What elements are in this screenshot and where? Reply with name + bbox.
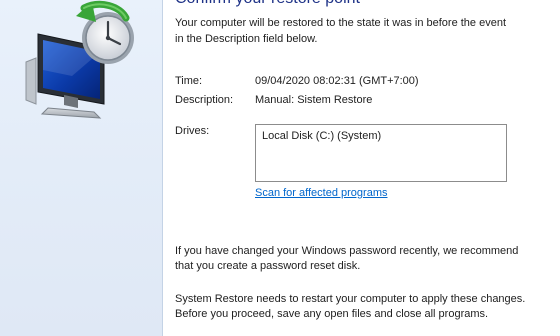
scan-affected-programs-link[interactable]: Scan for affected programs xyxy=(255,187,387,199)
drives-list[interactable]: Local Disk (C:) (System) xyxy=(255,124,507,182)
description-label: Description: xyxy=(175,94,234,106)
description-value: Manual: Sistem Restore xyxy=(255,94,373,106)
system-restore-icon xyxy=(25,0,134,119)
password-note-line-2: that you create a password reset disk. xyxy=(175,260,361,272)
intro-text: Your computer will be restored to the st… xyxy=(175,15,535,47)
restart-note-line-1: System Restore needs to restart your com… xyxy=(175,293,526,305)
restore-confirmation-panel: Confirm your restore point Your computer… xyxy=(163,0,560,336)
intro-line-2: in the Description field below. xyxy=(175,33,318,45)
password-note-line-1: If you have changed your Windows passwor… xyxy=(175,245,519,257)
page-title: Confirm your restore point xyxy=(175,0,360,8)
drive-item[interactable]: Local Disk (C:) (System) xyxy=(262,130,381,142)
restart-note: System Restore needs to restart your com… xyxy=(175,292,545,322)
restart-note-line-2: Before you proceed, save any open files … xyxy=(175,308,489,320)
time-label: Time: xyxy=(175,75,203,87)
intro-line-1: Your computer will be restored to the st… xyxy=(175,17,506,29)
drives-label: Drives: xyxy=(175,125,210,137)
password-note: If you have changed your Windows passwor… xyxy=(175,244,545,274)
side-panel xyxy=(0,0,163,336)
time-value: 09/04/2020 08:02:31 (GMT+7:00) xyxy=(255,75,419,87)
